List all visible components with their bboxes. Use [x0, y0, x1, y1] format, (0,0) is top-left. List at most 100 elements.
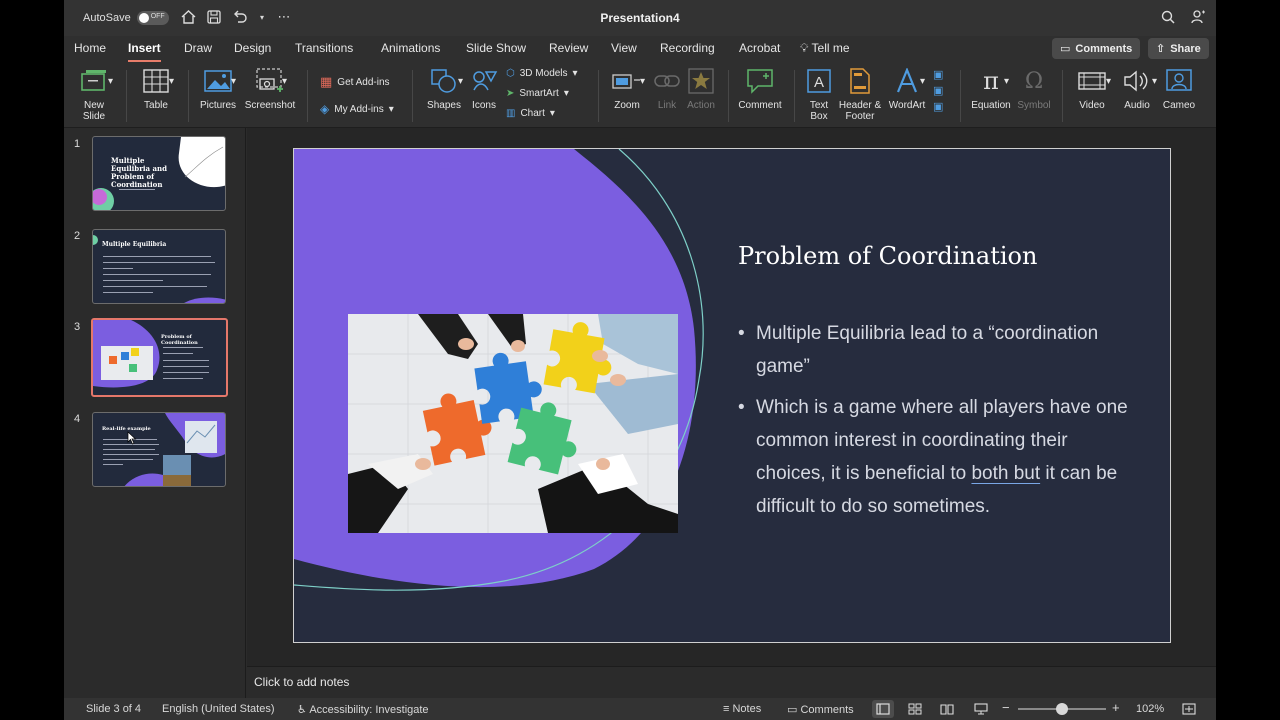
tab-acrobat[interactable]: Acrobat — [739, 41, 780, 55]
account-icon[interactable] — [1190, 9, 1206, 25]
lightbulb-icon: 💡︎ — [800, 41, 809, 55]
svg-text:A: A — [814, 74, 824, 91]
comment-icon — [745, 66, 775, 96]
tab-slide-show[interactable]: Slide Show — [466, 41, 526, 55]
thumbnail-number: 1 — [74, 138, 81, 150]
tab-transitions[interactable]: Transitions — [295, 41, 353, 55]
autosave-toggle[interactable]: OFF — [136, 11, 169, 25]
tab-review[interactable]: Review — [549, 41, 588, 55]
cube-icon: ⬡ — [506, 68, 515, 79]
undo-dropdown-icon[interactable]: ▾ — [258, 9, 266, 25]
cameo-icon — [1164, 66, 1194, 96]
zoom-in-button[interactable]: + — [1112, 700, 1120, 715]
get-addins-button[interactable]: ▦ Get Add-ins — [320, 74, 390, 90]
icons-icon — [469, 66, 499, 96]
screenshot-dropdown-icon[interactable]: ▾ — [282, 76, 287, 87]
more-icon[interactable]: ⋯ — [276, 9, 292, 25]
screenshot-icon — [255, 66, 285, 96]
audio-button[interactable]: Audio — [1118, 66, 1156, 111]
tell-me[interactable]: 💡︎ Tell me — [800, 41, 850, 56]
tab-animations[interactable]: Animations — [381, 41, 440, 55]
icons-button[interactable]: Icons — [468, 66, 500, 111]
save-icon[interactable] — [206, 9, 222, 25]
comment-button[interactable]: Comment — [736, 66, 784, 111]
table-button[interactable]: Table — [138, 66, 174, 111]
new-slide-dropdown-icon[interactable]: ▾ — [108, 76, 113, 87]
object-icon[interactable]: ▣ — [933, 100, 943, 113]
new-slide-button[interactable]: New Slide — [76, 66, 112, 122]
tab-insert[interactable]: Insert — [128, 41, 161, 62]
action-button[interactable]: Action — [684, 66, 718, 111]
comments-toggle[interactable]: ▭ Comments — [787, 703, 854, 716]
equation-dropdown-icon[interactable]: ▾ — [1004, 76, 1009, 87]
shapes-button[interactable]: Shapes — [424, 66, 464, 111]
tab-design[interactable]: Design — [234, 41, 271, 55]
pictures-icon — [203, 66, 233, 96]
tab-home[interactable]: Home — [74, 41, 106, 55]
zoom-slider-handle[interactable] — [1056, 703, 1068, 715]
table-dropdown-icon[interactable]: ▾ — [169, 76, 174, 87]
symbol-button[interactable]: Ω Symbol — [1014, 66, 1054, 111]
video-dropdown-icon[interactable]: ▾ — [1106, 76, 1111, 87]
zoom-dropdown-icon[interactable]: ▾ — [640, 76, 645, 87]
accessibility-checker[interactable]: ♿︎ Accessibility: Investigate — [297, 703, 429, 716]
notes-pane[interactable]: Click to add notes — [247, 666, 1216, 698]
tab-recording[interactable]: Recording — [660, 41, 715, 55]
3d-models-button[interactable]: ⬡ 3D Models ▾ — [506, 68, 578, 79]
normal-view-button[interactable] — [872, 700, 894, 718]
audio-dropdown-icon[interactable]: ▾ — [1152, 76, 1157, 87]
reading-view-button[interactable] — [936, 700, 958, 718]
zoom-out-button[interactable]: − — [1002, 700, 1010, 715]
slide-number-icon[interactable]: ▣ — [933, 84, 943, 97]
slide-body-text[interactable]: • Multiple Equilibria lead to a “coordina… — [738, 317, 1128, 531]
comments-button[interactable]: ▭ Comments — [1052, 38, 1141, 59]
chart-button[interactable]: ▥ Chart ▾ — [506, 108, 555, 119]
zoom-button[interactable]: Zoom — [608, 66, 646, 111]
autosave-label: AutoSave — [83, 12, 131, 24]
shapes-icon — [429, 66, 459, 96]
fit-to-window-button[interactable] — [1178, 700, 1200, 718]
wordart-button[interactable]: WordArt — [886, 66, 928, 111]
language-indicator[interactable]: English (United States) — [162, 703, 275, 715]
tab-view[interactable]: View — [611, 41, 637, 55]
date-time-icon[interactable]: ▣ — [933, 68, 943, 81]
smartart-dropdown-icon: ▾ — [563, 88, 569, 99]
undo-icon[interactable] — [232, 9, 248, 25]
video-button[interactable]: Video — [1074, 66, 1110, 111]
slide-title[interactable]: Problem of Coordination — [738, 242, 1037, 270]
search-icon[interactable] — [1160, 9, 1176, 25]
shapes-dropdown-icon[interactable]: ▾ — [458, 76, 463, 87]
tab-draw[interactable]: Draw — [184, 41, 212, 55]
smartart-button[interactable]: ➤ SmartArt ▾ — [506, 88, 569, 99]
3d-models-dropdown-icon: ▾ — [572, 68, 578, 79]
my-addins-button[interactable]: ◈ My Add-ins ▾ — [320, 102, 394, 116]
chart-dropdown-icon: ▾ — [549, 108, 555, 119]
slide-thumbnail-2[interactable]: Multiple Equilibria — [92, 229, 226, 304]
screenshot-button[interactable]: Screenshot — [244, 66, 296, 111]
wordart-dropdown-icon[interactable]: ▾ — [920, 76, 925, 87]
link-button[interactable]: Link — [652, 66, 682, 111]
share-button[interactable]: ⇧ Share — [1148, 38, 1209, 59]
slide-thumbnail-3[interactable]: Problem of Coordination — [91, 318, 228, 397]
slide-thumbnail-1[interactable]: Multiple Equilibria and Problem of Coord… — [92, 136, 226, 211]
zoom-level[interactable]: 102% — [1136, 703, 1164, 715]
equation-button[interactable]: π Equation — [970, 66, 1012, 112]
fit-window-icon — [1182, 703, 1196, 715]
slide-sorter-button[interactable] — [904, 700, 926, 718]
text-box-button[interactable]: A Text Box — [804, 66, 834, 122]
current-slide[interactable]: Problem of Coordination • Multiple Equili… — [293, 148, 1171, 643]
thumbnail-number: 4 — [74, 413, 81, 425]
autosave[interactable]: AutoSave OFF — [83, 11, 169, 25]
action-star-icon — [686, 66, 716, 96]
bullet-item: • Multiple Equilibria lead to a “coordina… — [738, 323, 1099, 377]
pictures-dropdown-icon[interactable]: ▾ — [231, 76, 236, 87]
home-icon[interactable] — [180, 9, 196, 25]
puzzle-teamwork-picture[interactable] — [348, 314, 678, 533]
pictures-button[interactable]: Pictures — [198, 66, 238, 111]
slide-thumbnail-4[interactable]: Real-life example — [92, 412, 226, 487]
notes-toggle[interactable]: ≡ Notes — [723, 703, 761, 715]
cameo-button[interactable]: Cameo — [1162, 66, 1196, 111]
slide-show-button[interactable] — [970, 700, 992, 718]
header-footer-button[interactable]: Header & Footer — [838, 66, 882, 122]
table-icon — [141, 66, 171, 96]
